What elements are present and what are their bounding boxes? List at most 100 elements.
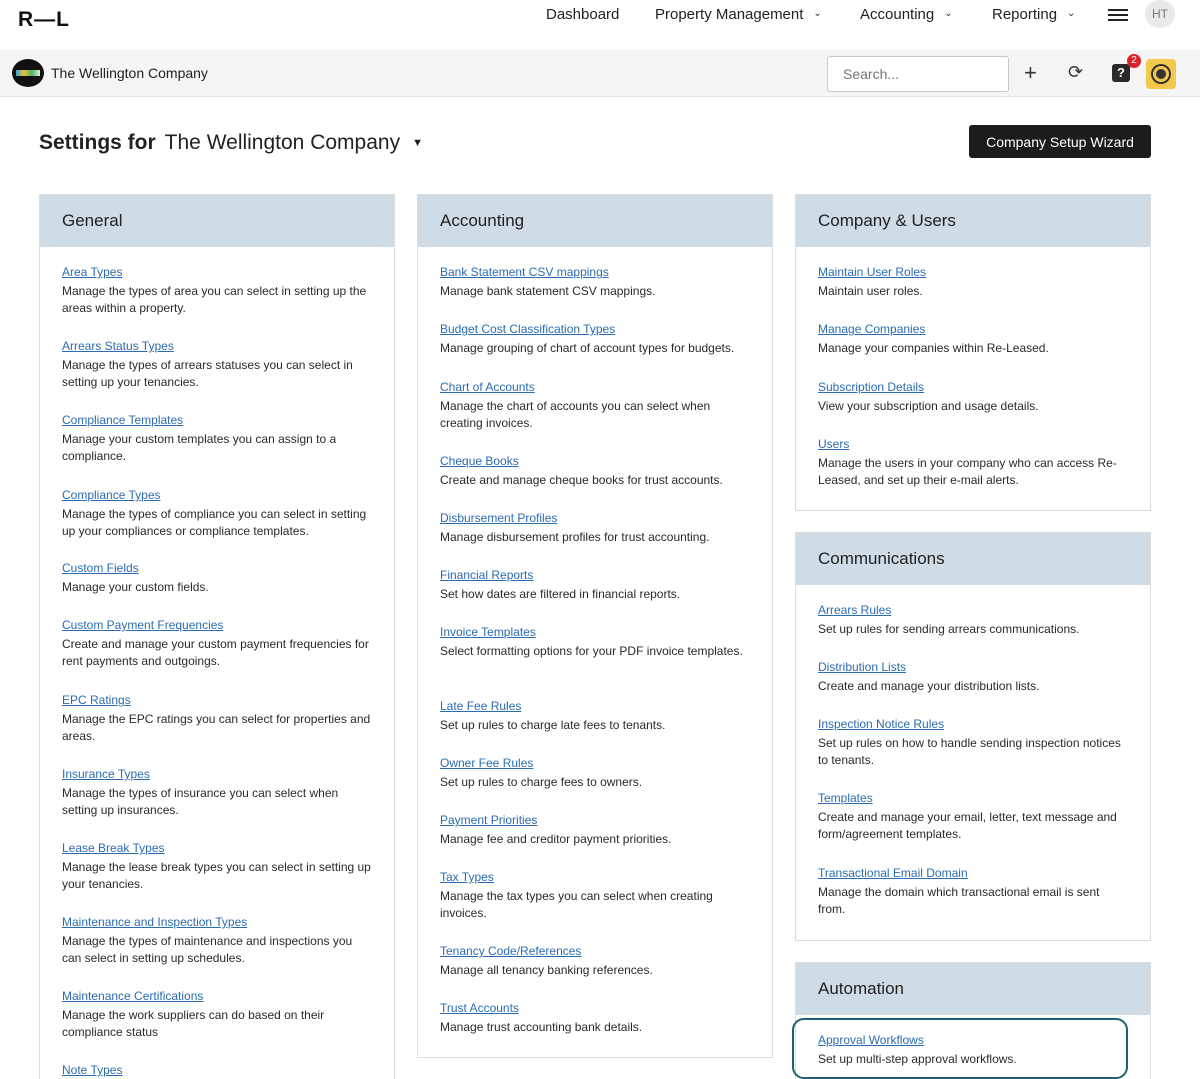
- setting-description: Manage the types of maintenance and insp…: [62, 934, 353, 965]
- setting-link[interactable]: Maintenance Certifications: [62, 989, 372, 1004]
- nav-reporting[interactable]: Reporting ⌄: [992, 6, 1075, 23]
- list-item: Templates Create and manage your email, l…: [818, 791, 1128, 843]
- setting-link[interactable]: Late Fee Rules: [440, 699, 750, 714]
- setting-description: Manage the EPC ratings you can select fo…: [62, 712, 371, 743]
- nav-property-management-label: Property Management: [655, 6, 804, 23]
- setting-link[interactable]: Users: [818, 437, 1128, 452]
- list-item: Cheque Books Create and manage cheque boo…: [440, 454, 750, 489]
- nav-reporting-label: Reporting: [992, 6, 1058, 23]
- sync-icon[interactable]: ⟳: [1068, 62, 1083, 83]
- setting-description: Manage trust accounting bank details.: [440, 1020, 643, 1034]
- company-setup-wizard-button[interactable]: Company Setup Wizard: [969, 125, 1151, 158]
- setting-link[interactable]: Trust Accounts: [440, 1001, 750, 1016]
- setting-description: Manage the users in your company who can…: [818, 456, 1117, 487]
- focus-highlight: [792, 1018, 1128, 1079]
- setting-link[interactable]: Maintain User Roles: [818, 265, 1128, 280]
- setting-description: Set up rules to charge late fees to tena…: [440, 718, 666, 732]
- list-item: Payment Priorities Manage fee and credito…: [440, 813, 750, 848]
- setting-link[interactable]: Financial Reports: [440, 568, 750, 583]
- setting-link[interactable]: Lease Break Types: [62, 841, 372, 856]
- page-title-prefix: Settings for: [39, 131, 156, 154]
- caret-down-icon[interactable]: ▼: [412, 137, 423, 149]
- plus-icon[interactable]: +: [1024, 60, 1037, 86]
- search-input[interactable]: [827, 56, 1009, 92]
- setting-link[interactable]: Tax Types: [440, 870, 750, 885]
- list-item: Bank Statement CSV mappings Manage bank s…: [440, 265, 750, 300]
- notification-badge: 2: [1127, 54, 1141, 68]
- setting-link[interactable]: Owner Fee Rules: [440, 756, 750, 771]
- setting-link[interactable]: Transactional Email Domain: [818, 866, 1128, 881]
- list-item: Invoice Templates Select formatting optio…: [440, 625, 750, 660]
- list-item: Owner Fee Rules Set up rules to charge fe…: [440, 756, 750, 791]
- setting-description: Manage grouping of chart of account type…: [440, 341, 735, 355]
- setting-description: Manage the work suppliers can do based o…: [62, 1008, 325, 1039]
- top-nav: R—L Dashboard Property Management ⌄ Accou…: [0, 0, 1200, 50]
- list-item: Compliance Templates Manage your custom t…: [62, 413, 372, 465]
- setting-link[interactable]: Budget Cost Classification Types: [440, 322, 750, 337]
- setting-link[interactable]: Distribution Lists: [818, 660, 1128, 675]
- list-item: Area Types Manage the types of area you c…: [62, 265, 372, 317]
- help-icon[interactable]: ?: [1112, 64, 1130, 82]
- setting-description: Manage the chart of accounts you can sel…: [440, 399, 711, 430]
- setting-description: Manage the tax types you can select when…: [440, 889, 713, 920]
- setting-link[interactable]: Chart of Accounts: [440, 380, 750, 395]
- setting-link[interactable]: Disbursement Profiles: [440, 511, 750, 526]
- company-selector[interactable]: The Wellington Company: [165, 131, 400, 155]
- setting-description: Create and manage your distribution list…: [818, 679, 1040, 693]
- list-item: Late Fee Rules Set up rules to charge lat…: [440, 699, 750, 734]
- setting-link[interactable]: Custom Payment Frequencies: [62, 618, 372, 633]
- list-item: Custom Fields Manage your custom fields.: [62, 561, 372, 596]
- hamburger-menu-icon[interactable]: [1108, 6, 1128, 22]
- user-profile-icon[interactable]: [1146, 59, 1176, 89]
- setting-description: Manage the types of compliance you can s…: [62, 507, 367, 538]
- list-item: Trust Accounts Manage trust accounting ba…: [440, 1001, 750, 1036]
- nav-dashboard[interactable]: Dashboard: [546, 6, 619, 23]
- setting-description: Set up rules for sending arrears communi…: [818, 622, 1080, 636]
- setting-link[interactable]: Custom Fields: [62, 561, 372, 576]
- setting-link[interactable]: Inspection Notice Rules: [818, 717, 1128, 732]
- list-item: Subscription Details View your subscripti…: [818, 380, 1128, 415]
- brand-logo[interactable]: R—L: [18, 8, 70, 32]
- setting-link[interactable]: Tenancy Code/References: [440, 944, 750, 959]
- setting-link[interactable]: Invoice Templates: [440, 625, 750, 640]
- setting-link[interactable]: Arrears Status Types: [62, 339, 372, 354]
- setting-description: Manage the types of arrears statuses you…: [62, 358, 353, 389]
- company-name[interactable]: The Wellington Company: [51, 65, 208, 81]
- setting-link[interactable]: Arrears Rules: [818, 603, 1128, 618]
- setting-link[interactable]: Bank Statement CSV mappings: [440, 265, 750, 280]
- setting-link[interactable]: Cheque Books: [440, 454, 750, 469]
- list-item: Inspection Notice Rules Set up rules on h…: [818, 717, 1128, 769]
- list-item: Maintain User Roles Maintain user roles.: [818, 265, 1128, 300]
- setting-link[interactable]: Insurance Types: [62, 767, 372, 782]
- panel-company-users-title: Company & Users: [796, 195, 1150, 247]
- setting-link[interactable]: Compliance Types: [62, 488, 372, 503]
- setting-link[interactable]: Payment Priorities: [440, 813, 750, 828]
- setting-description: Create and manage your custom payment fr…: [62, 637, 369, 668]
- setting-link[interactable]: EPC Ratings: [62, 693, 372, 708]
- setting-link[interactable]: Subscription Details: [818, 380, 1128, 395]
- setting-description: Maintain user roles.: [818, 284, 923, 298]
- nav-accounting[interactable]: Accounting ⌄: [860, 6, 953, 23]
- panel-communications-title: Communications: [796, 533, 1150, 585]
- list-item: Tenancy Code/References Manage all tenanc…: [440, 944, 750, 979]
- setting-link[interactable]: Note Types: [62, 1063, 372, 1078]
- list-item: Tax Types Manage the tax types you can se…: [440, 870, 750, 922]
- setting-description: Manage your companies within Re-Leased.: [818, 341, 1049, 355]
- list-item: Disbursement Profiles Manage disbursement…: [440, 511, 750, 546]
- setting-description: View your subscription and usage details…: [818, 399, 1039, 413]
- setting-link[interactable]: Templates: [818, 791, 1128, 806]
- user-avatar[interactable]: HT: [1145, 0, 1175, 28]
- nav-property-management[interactable]: Property Management ⌄: [655, 6, 822, 23]
- setting-link[interactable]: Area Types: [62, 265, 372, 280]
- list-item: Custom Payment Frequencies Create and man…: [62, 618, 372, 670]
- setting-description: Set how dates are filtered in financial …: [440, 587, 681, 601]
- setting-link[interactable]: Manage Companies: [818, 322, 1128, 337]
- panel-accounting: Accounting Bank Statement CSV mappings Ma…: [417, 194, 773, 1058]
- setting-link[interactable]: Maintenance and Inspection Types: [62, 915, 372, 930]
- setting-description: Manage the types of insurance you can se…: [62, 786, 339, 817]
- setting-link[interactable]: Compliance Templates: [62, 413, 372, 428]
- list-item: Arrears Status Types Manage the types of …: [62, 339, 372, 391]
- list-item: Manage Companies Manage your companies wi…: [818, 322, 1128, 357]
- list-item: Chart of Accounts Manage the chart of acc…: [440, 380, 750, 432]
- list-item: Transactional Email Domain Manage the dom…: [818, 866, 1128, 918]
